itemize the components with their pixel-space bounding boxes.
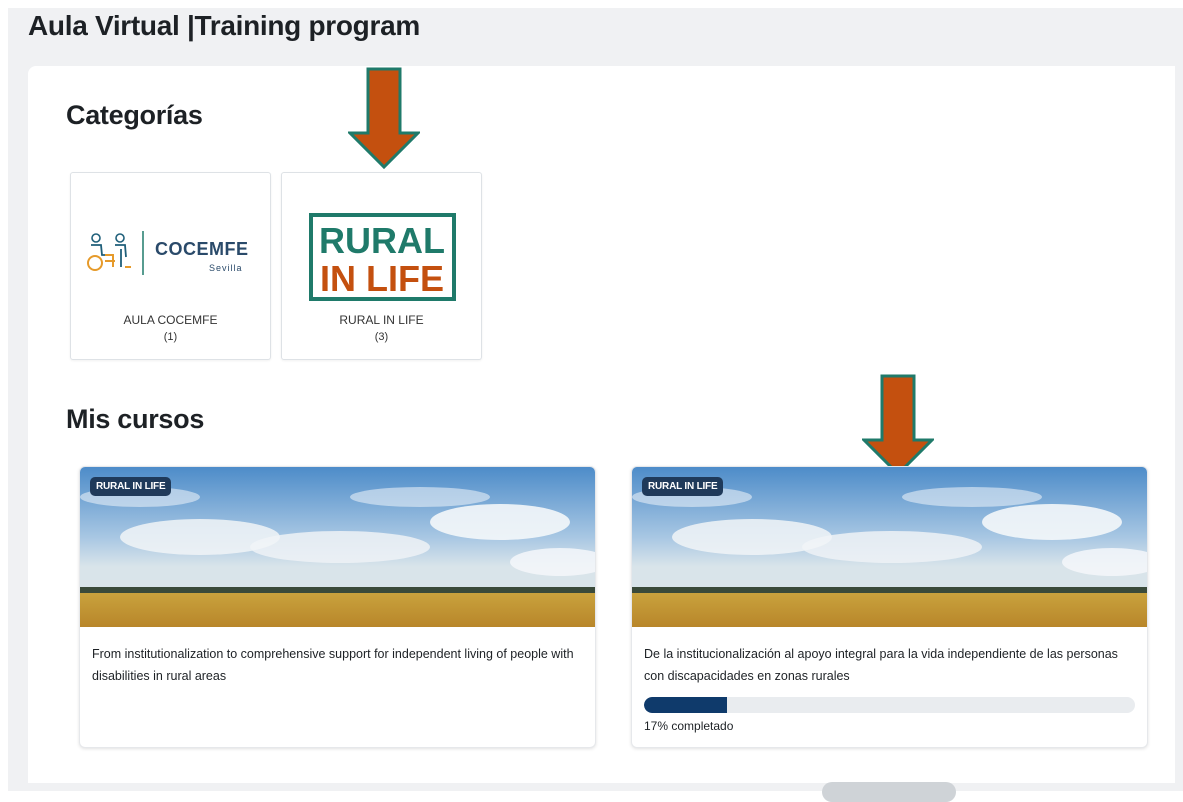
course-card[interactable]: RURAL IN LIFE From institutionalization … [79,466,596,748]
svg-text:Sevilla: Sevilla [209,263,243,273]
course-progress-fill [644,697,728,713]
down-arrow-annotation-icon [862,374,934,476]
course-category-badge: RURAL IN LIFE [642,477,724,496]
page-title: Aula Virtual |Training program [28,10,420,41]
category-name: AULA COCEMFE [123,313,218,327]
category-count: (3) [374,331,389,343]
down-arrow-annotation-icon [348,67,420,169]
svg-text:COCEMFE: COCEMFE [155,239,249,259]
rural-in-life-logo: RURAL IN LIFE [309,213,456,301]
course-progress-bar [644,697,1135,713]
load-more-button[interactable] [822,782,956,802]
course-category-badge: RURAL IN LIFE [90,477,172,496]
cocemfe-people-icon [87,233,131,271]
svg-text:IN LIFE: IN LIFE [320,258,444,299]
cocemfe-logo: COCEMFE Sevilla [87,231,249,275]
course-title[interactable]: De la institucionalización al apoyo inte… [644,643,1134,687]
course-progress-label: 17% completado [644,719,734,733]
course-card[interactable]: RURAL IN LIFE De la institucionalización… [631,466,1148,748]
categories-heading: Categorías [66,100,203,130]
category-tile-aula-cocemfe[interactable]: COCEMFE Sevilla AULA COCEMFE (1) [70,172,271,360]
category-name: RURAL IN LIFE [339,313,424,327]
category-tile-rural-in-life[interactable]: RURAL IN LIFE RURAL IN LIFE (3) [281,172,482,360]
svg-text:RURAL: RURAL [319,220,445,261]
my-courses-heading: Mis cursos [66,404,205,434]
course-title[interactable]: From institutionalization to comprehensi… [92,643,582,687]
category-count: (1) [163,331,178,343]
